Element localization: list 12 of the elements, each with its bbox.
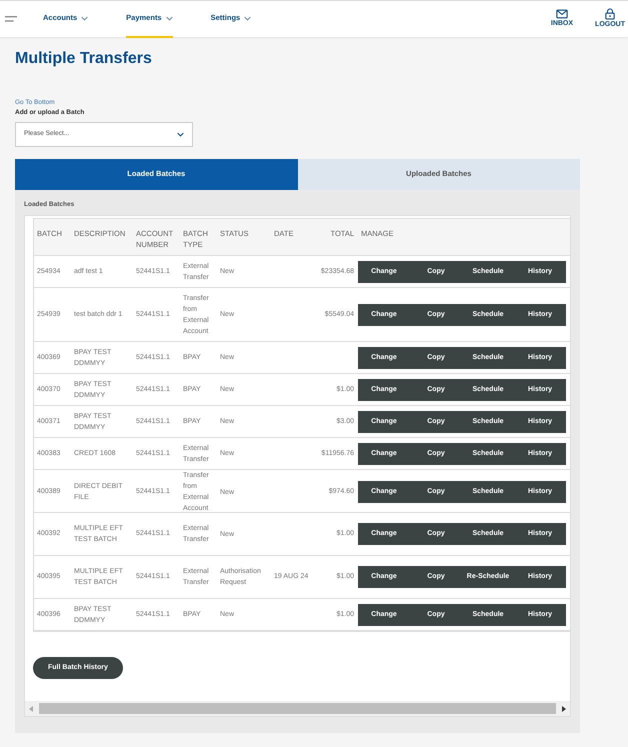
scroll-right-icon[interactable]: [562, 706, 566, 712]
chevron-icon: [244, 16, 252, 20]
chevron-icon: [177, 132, 184, 136]
scrollbar-thumb[interactable]: [39, 703, 556, 714]
chevron-icon: [166, 16, 173, 20]
lock-icon: [605, 8, 616, 20]
mail-icon: [556, 8, 568, 19]
scroll-left-icon[interactable]: [29, 706, 33, 712]
chevron-icon: [81, 16, 88, 20]
logo-drawing: [5, 16, 17, 22]
horizontal-scrollbar[interactable]: [25, 701, 570, 716]
page-title: Multiple Transfers: [15, 49, 153, 69]
